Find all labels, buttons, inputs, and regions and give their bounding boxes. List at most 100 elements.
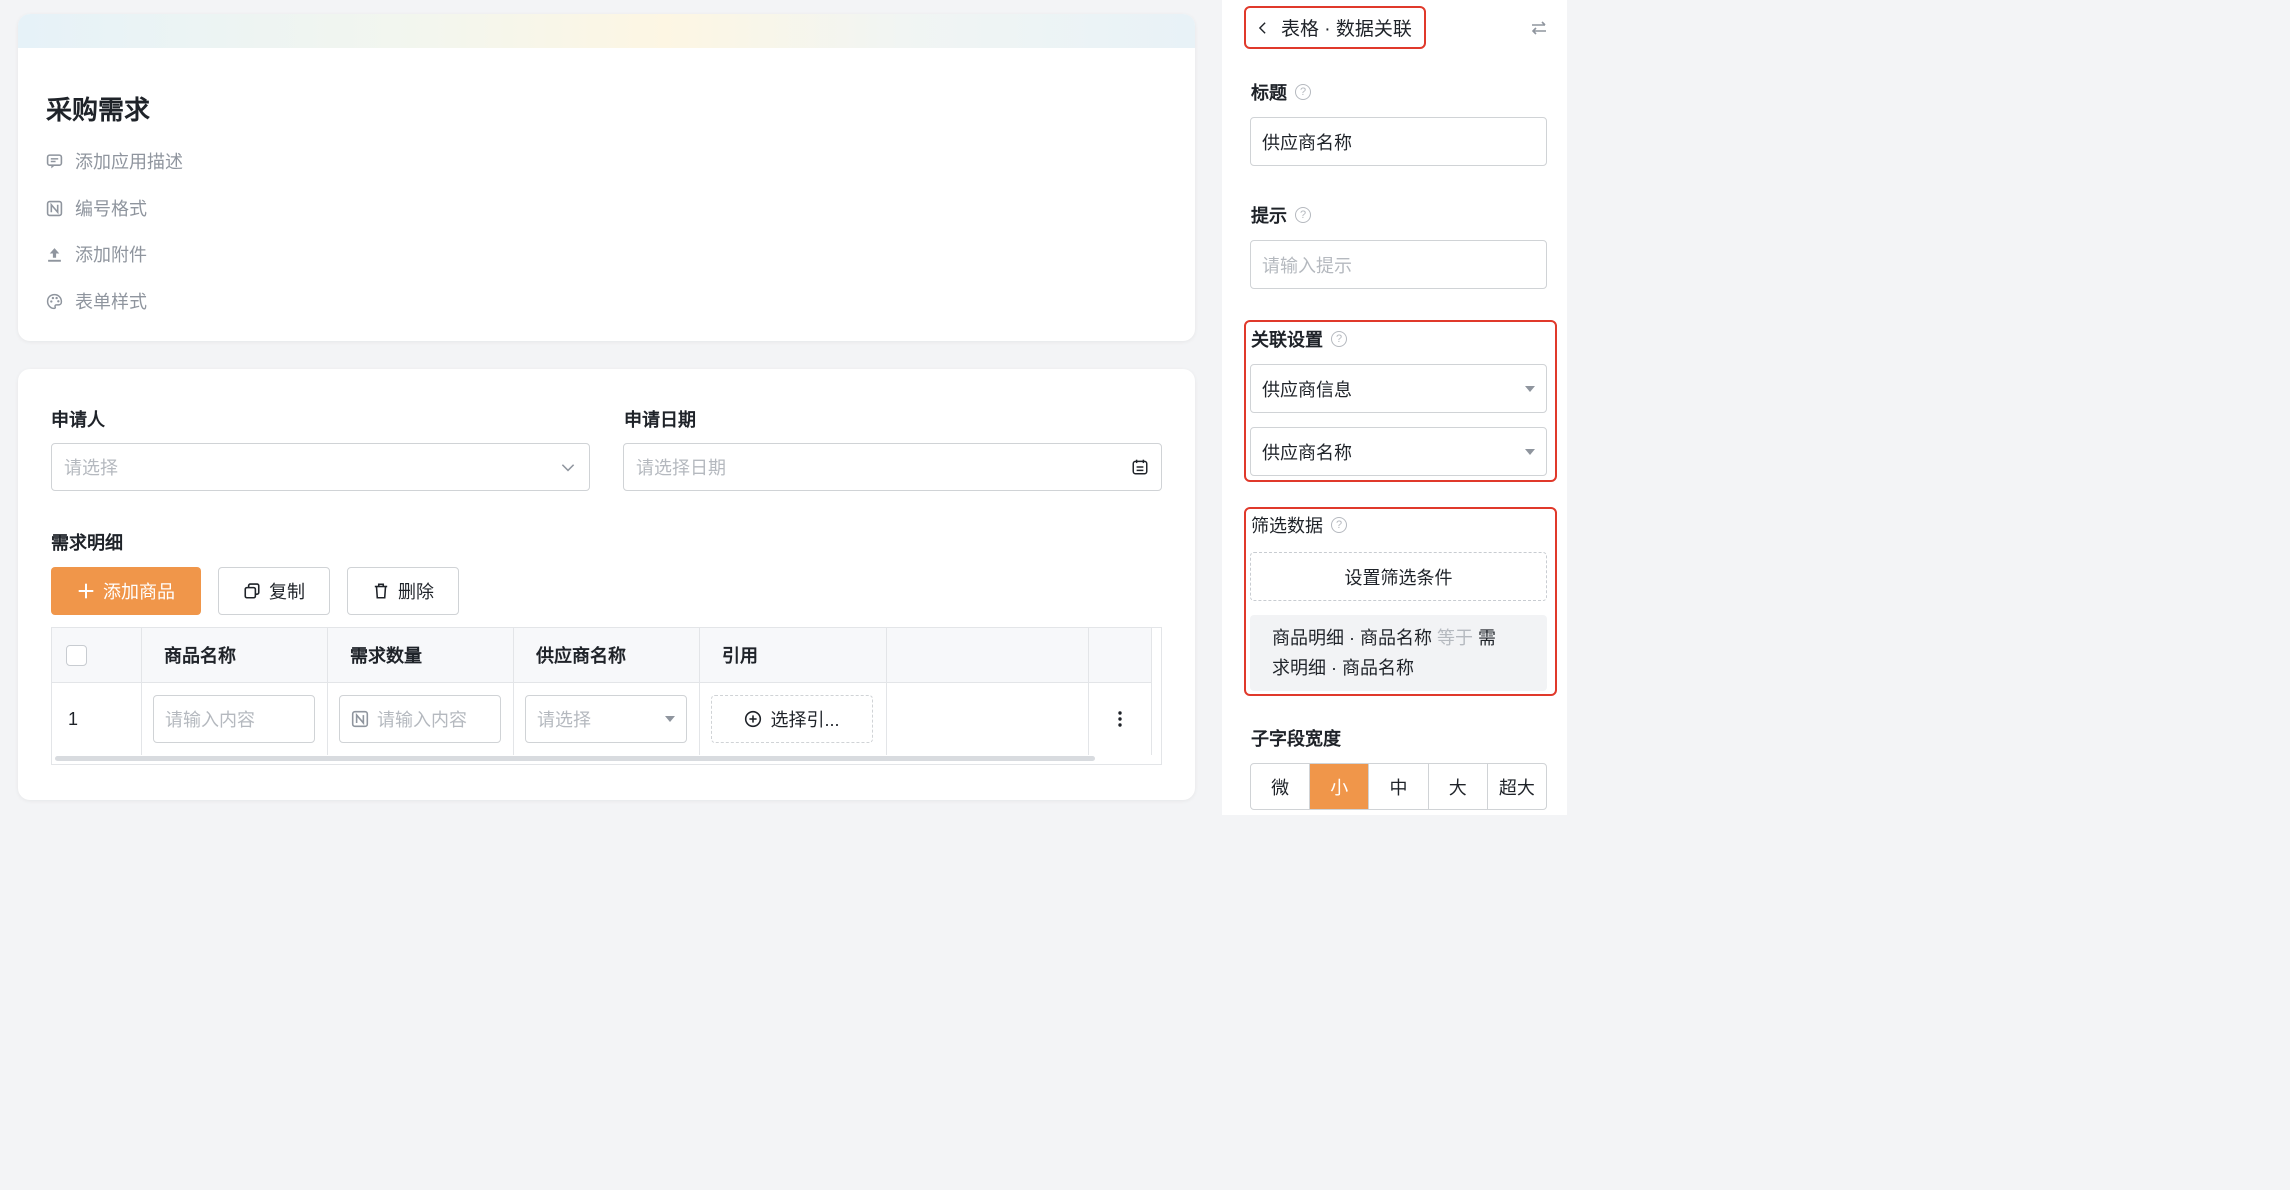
copy-icon (244, 583, 260, 599)
help-icon[interactable]: ? (1295, 207, 1311, 223)
number-format-icon (351, 710, 369, 728)
help-icon[interactable]: ? (1331, 517, 1347, 533)
app-header-card: 采购需求 添加应用描述 编号格式 添加附件 表单样式 (18, 14, 1195, 341)
select-all-checkbox[interactable] (66, 644, 87, 666)
supplier-cell: 请选择 (514, 683, 700, 755)
filter-data-label: 筛选数据 ? (1251, 512, 1347, 538)
column-reference: 引用 (722, 646, 758, 666)
width-option-medium[interactable]: 中 (1369, 764, 1429, 809)
copy-button[interactable]: 复制 (218, 567, 330, 615)
caret-down-icon (1525, 448, 1535, 455)
number-format-link[interactable]: 编号格式 (46, 195, 147, 221)
supplier-select[interactable]: 请选择 (525, 695, 687, 743)
title-field-label: 标题 ? (1251, 79, 1311, 105)
column-header[interactable]: 需求数量 (328, 628, 514, 682)
product-name-input[interactable]: 请输入内容 (153, 695, 315, 743)
filter-cond-right-2: 求明细 · 商品名称 (1272, 658, 1414, 678)
table-header-row: 商品名称 需求数量 供应商名称 引用 (52, 628, 1152, 683)
more-vertical-icon[interactable] (1118, 711, 1122, 727)
caret-down-icon (1525, 385, 1535, 392)
select-reference-button[interactable]: 选择引... (711, 695, 873, 743)
form-card: 申请人 请选择 申请日期 请选择日期 需求明细 添加商品 复制 删除 商品名称 … (18, 369, 1195, 800)
relation-field-select[interactable]: 供应商名称 (1250, 427, 1547, 476)
relation-settings-text: 关联设置 (1251, 330, 1323, 350)
supplier-placeholder: 请选择 (537, 710, 591, 730)
column-supplier: 供应商名称 (536, 646, 626, 666)
page-title[interactable]: 采购需求 (46, 90, 150, 127)
form-style-link[interactable]: 表单样式 (46, 288, 147, 314)
chevron-down-icon (561, 464, 575, 472)
detail-table: 商品名称 需求数量 供应商名称 引用 1 请输入内容 请输入内容 请选择 选择引… (51, 627, 1162, 765)
property-panel: 表格 · 数据关联 标题 ? 供应商名称 提示 ? 请输入提示 关联设置 ? 供… (1222, 0, 1567, 815)
subfield-width-segmented: 微 小 中 大 超大 (1250, 763, 1547, 810)
filter-data-text: 筛选数据 (1251, 516, 1323, 536)
row-index: 1 (68, 708, 79, 729)
select-all-cell (52, 628, 142, 682)
delete-label: 删除 (398, 582, 434, 602)
panel-header[interactable]: 表格 · 数据关联 (1244, 6, 1426, 49)
set-filter-button[interactable]: 设置筛选条件 (1250, 552, 1547, 601)
product-name-cell: 请输入内容 (142, 683, 328, 755)
caret-down-icon (665, 716, 675, 722)
horizontal-scrollbar[interactable] (55, 756, 1095, 761)
swap-icon[interactable] (1529, 18, 1549, 38)
table-row: 1 请输入内容 请输入内容 请选择 选择引... (52, 683, 1152, 755)
column-header[interactable]: 商品名称 (142, 628, 328, 682)
filter-cond-operator: 等于 (1437, 628, 1474, 648)
help-icon[interactable]: ? (1331, 331, 1347, 347)
number-format-icon (46, 200, 63, 216)
detail-label: 需求明细 (51, 533, 123, 553)
add-description-label: 添加应用描述 (75, 152, 183, 172)
copy-label: 复制 (269, 582, 305, 602)
relation-source-select[interactable]: 供应商信息 (1250, 364, 1547, 413)
apply-date-picker[interactable]: 请选择日期 (623, 443, 1162, 491)
subfield-width-label: 子字段宽度 (1251, 725, 1341, 751)
add-product-button[interactable]: 添加商品 (51, 567, 201, 615)
calendar-icon (1132, 459, 1148, 475)
reference-cell: 选择引... (700, 683, 887, 755)
comment-icon (46, 153, 63, 168)
width-option-large[interactable]: 大 (1429, 764, 1488, 809)
add-attachment-link[interactable]: 添加附件 (46, 241, 147, 267)
column-header[interactable]: 供应商名称 (514, 628, 700, 682)
hint-field-label: 提示 ? (1251, 202, 1311, 228)
product-name-placeholder: 请输入内容 (165, 710, 255, 730)
plus-circle-icon (745, 710, 762, 728)
header-banner (18, 14, 1195, 48)
panel-title: 表格 · 数据关联 (1281, 19, 1412, 40)
row-actions-cell (1089, 683, 1152, 755)
help-icon[interactable]: ? (1295, 84, 1311, 100)
filter-condition[interactable]: 商品明细 · 商品名称 等于 需 求明细 · 商品名称 (1250, 615, 1547, 691)
palette-icon (46, 293, 63, 309)
trash-icon (374, 583, 388, 599)
title-field-text: 标题 (1251, 83, 1287, 103)
quantity-cell: 请输入内容 (328, 683, 514, 755)
title-input[interactable]: 供应商名称 (1250, 117, 1547, 166)
apply-date-label: 申请日期 (624, 410, 696, 430)
row-index-cell: 1 (52, 683, 142, 755)
delete-button[interactable]: 删除 (347, 567, 459, 615)
filter-cond-left: 商品明细 · 商品名称 (1272, 628, 1432, 648)
column-quantity: 需求数量 (350, 646, 422, 666)
empty-column (887, 628, 1089, 682)
add-description-link[interactable]: 添加应用描述 (46, 148, 183, 174)
plus-icon (78, 583, 94, 599)
form-style-label: 表单样式 (75, 292, 147, 312)
empty-cell (887, 683, 1089, 755)
add-attachment-label: 添加附件 (75, 245, 147, 265)
relation-source-value: 供应商信息 (1262, 379, 1352, 400)
relation-field-value: 供应商名称 (1262, 442, 1352, 463)
applicant-placeholder: 请选择 (64, 458, 118, 478)
column-header[interactable]: 引用 (700, 628, 887, 682)
applicant-select[interactable]: 请选择 (51, 443, 590, 491)
quantity-input[interactable]: 请输入内容 (339, 695, 501, 743)
width-option-xlarge[interactable]: 超大 (1488, 764, 1546, 809)
width-option-small[interactable]: 小 (1310, 764, 1370, 809)
column-product-name: 商品名称 (164, 646, 236, 666)
chevron-left-icon[interactable] (1258, 21, 1267, 35)
add-product-label: 添加商品 (103, 582, 175, 602)
hint-input[interactable]: 请输入提示 (1250, 240, 1547, 289)
applicant-label: 申请人 (51, 410, 105, 430)
relation-settings-label: 关联设置 ? (1251, 326, 1347, 352)
width-option-micro[interactable]: 微 (1251, 764, 1311, 809)
